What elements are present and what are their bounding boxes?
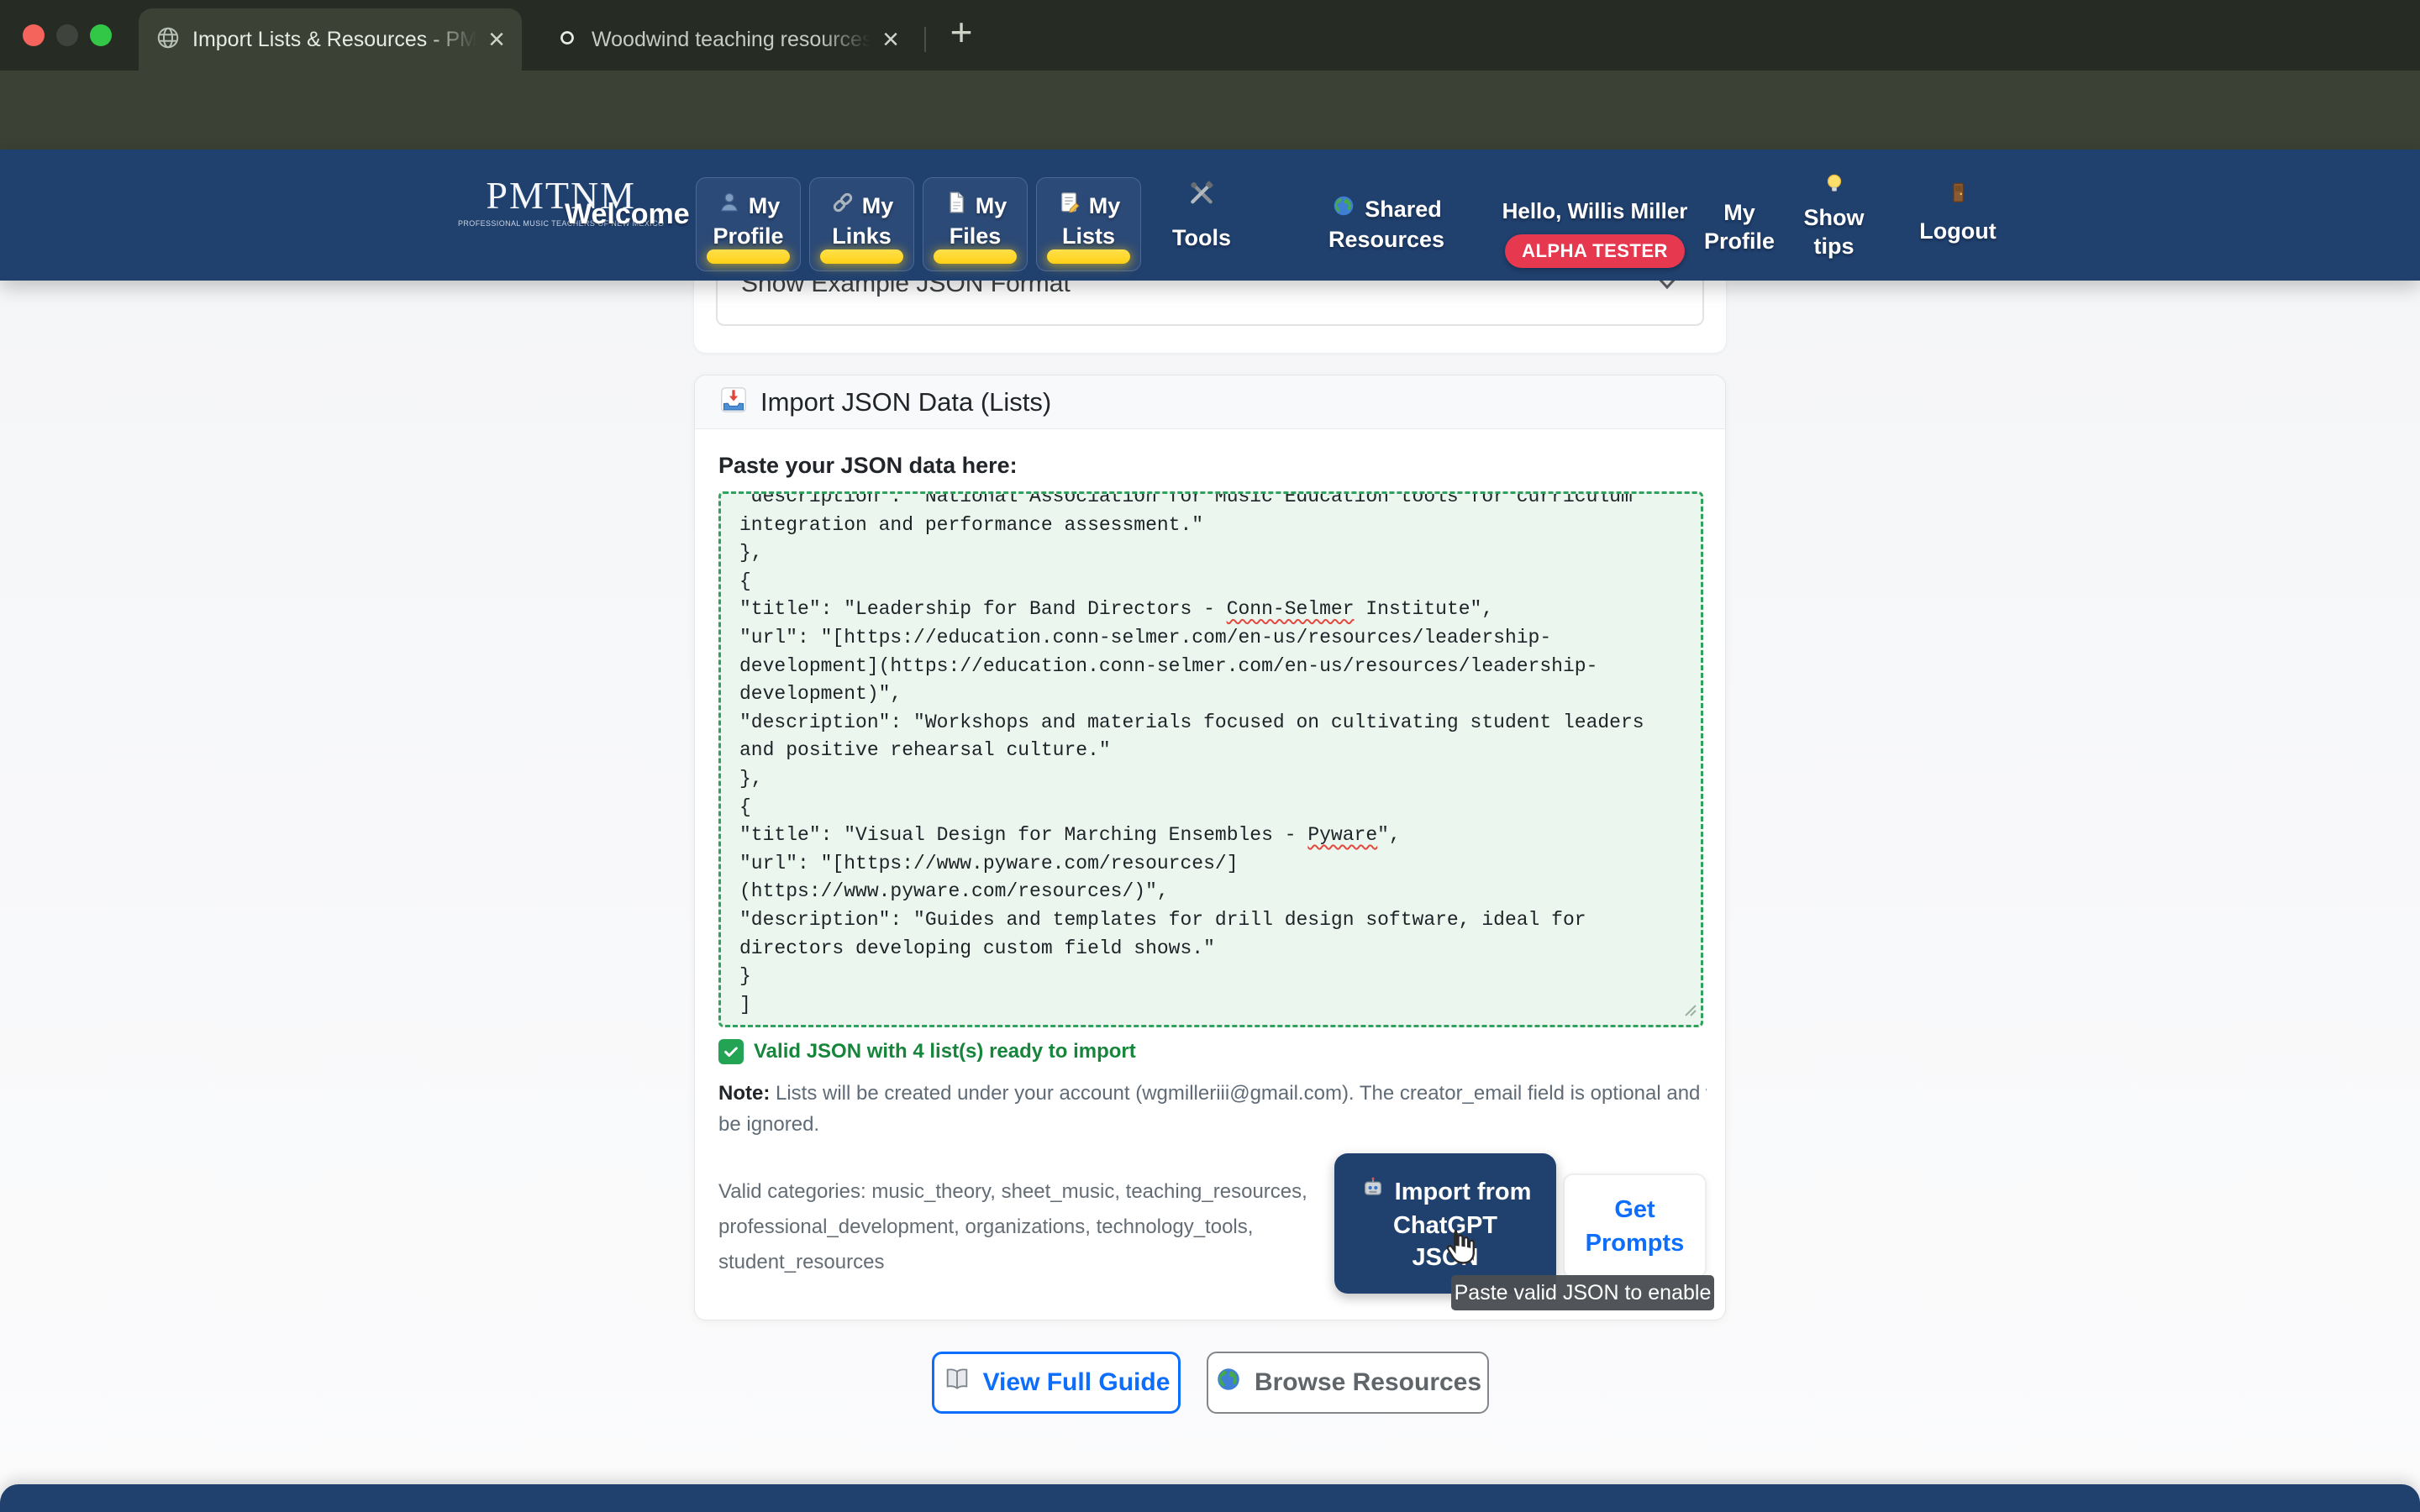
import-from-chatgpt-button[interactable]: Import from ChatGPT JSON bbox=[1334, 1153, 1556, 1294]
browse-resources-button[interactable]: Browse Resources bbox=[1207, 1352, 1489, 1414]
check-mark-icon bbox=[718, 1039, 744, 1064]
json-textarea[interactable]: "description": "National Association for… bbox=[718, 491, 1703, 1027]
nav-label: Profile bbox=[713, 222, 783, 250]
account-note: Note: Lists will be created under your a… bbox=[718, 1078, 1707, 1140]
nav-my-links[interactable]: My Links bbox=[809, 177, 914, 271]
import-button-line1: Import from bbox=[1395, 1176, 1532, 1208]
nav-label: Lists bbox=[1062, 222, 1115, 250]
globe-favicon-icon bbox=[155, 25, 181, 55]
person-icon bbox=[717, 190, 742, 222]
window-zoom-button[interactable] bbox=[90, 24, 112, 46]
nav-my-files[interactable]: My Files bbox=[923, 177, 1028, 271]
nav-label: Resources bbox=[1328, 225, 1444, 254]
book-icon bbox=[943, 1365, 971, 1400]
new-tab-button[interactable]: + bbox=[939, 12, 983, 55]
tab-close-icon[interactable]: × bbox=[488, 25, 505, 54]
tab-divider bbox=[924, 27, 926, 52]
import-card-header: Import JSON Data (Lists) bbox=[695, 375, 1725, 429]
site-navbar: PMTNM PROFESSIONAL MUSIC TEACHERS OF NEW… bbox=[0, 150, 2420, 281]
nav-my-lists[interactable]: My Lists bbox=[1036, 177, 1141, 271]
json-textarea-content: "description": "National Association for… bbox=[739, 491, 1682, 1019]
globe-icon bbox=[1214, 1365, 1243, 1400]
nav-label: My bbox=[749, 192, 781, 220]
user-greeting-block: Hello, Willis Miller ALPHA TESTER bbox=[1486, 198, 1704, 268]
import-card-title: Import JSON Data (Lists) bbox=[760, 387, 1051, 417]
note-text-line2: be ignored. bbox=[718, 1109, 1707, 1140]
categories-line: professional_development, organizations,… bbox=[718, 1210, 1307, 1245]
get-prompts-line2: Prompts bbox=[1586, 1226, 1685, 1260]
chatgpt-favicon-icon bbox=[555, 25, 580, 55]
tab-title: Woodwind teaching resources bbox=[592, 28, 871, 52]
active-underline bbox=[820, 249, 903, 264]
browser-window: Import Lists & Resources - PM × Woodwind… bbox=[0, 0, 2420, 1512]
nav-label: Links bbox=[832, 222, 892, 250]
get-prompts-line1: Get bbox=[1614, 1193, 1655, 1226]
categories-line: Valid categories: music_theory, sheet_mu… bbox=[718, 1174, 1307, 1210]
robot-icon bbox=[1360, 1174, 1386, 1210]
window-minimize-button[interactable] bbox=[56, 24, 78, 46]
nav-label: Shared bbox=[1365, 195, 1442, 223]
window-close-button[interactable] bbox=[23, 24, 45, 46]
nav-my-profile-link[interactable]: My Profile bbox=[1697, 198, 1781, 255]
browser-toolbar: pmtnm.org/import_resources.php New Chrom… bbox=[0, 71, 2420, 150]
valid-categories-text: Valid categories: music_theory, sheet_mu… bbox=[718, 1174, 1307, 1280]
tools-icon bbox=[1187, 180, 1216, 215]
globe-icon bbox=[1331, 193, 1356, 225]
nav-label: Logout bbox=[1919, 217, 1996, 245]
lightbulb-icon bbox=[1822, 171, 1847, 203]
nav-label: Tools bbox=[1172, 223, 1231, 252]
get-prompts-button[interactable]: Get Prompts bbox=[1563, 1173, 1707, 1278]
nav-tools[interactable]: Tools bbox=[1164, 180, 1239, 252]
inbox-tray-icon bbox=[718, 385, 749, 419]
view-full-guide-label: View Full Guide bbox=[983, 1368, 1171, 1397]
nav-label: My bbox=[1723, 198, 1755, 227]
tab-title: Import Lists & Resources - PM bbox=[192, 28, 476, 52]
tab-import-lists[interactable]: Import Lists & Resources - PM × bbox=[139, 8, 522, 71]
textarea-resize-handle[interactable] bbox=[1681, 1001, 1697, 1021]
note-text-line1: Lists will be created under your account… bbox=[770, 1082, 1707, 1105]
note-label: Note: bbox=[718, 1082, 770, 1105]
memo-icon bbox=[1057, 190, 1082, 222]
view-full-guide-button[interactable]: View Full Guide bbox=[932, 1352, 1181, 1414]
paste-json-label: Paste your JSON data here: bbox=[718, 453, 1018, 479]
nav-label: My bbox=[862, 192, 894, 220]
categories-line: student_resources bbox=[718, 1245, 1307, 1280]
welcome-text: Welcome bbox=[565, 198, 690, 231]
import-button-tooltip: Paste valid JSON to enable bbox=[1451, 1275, 1714, 1310]
nav-my-profile[interactable]: My Profile bbox=[696, 177, 801, 271]
validation-status: Valid JSON with 4 list(s) ready to impor… bbox=[718, 1039, 1136, 1064]
nav-label: tips bbox=[1813, 232, 1854, 260]
door-icon bbox=[1945, 180, 1970, 212]
browse-resources-label: Browse Resources bbox=[1255, 1368, 1481, 1397]
tab-strip: Import Lists & Resources - PM × Woodwind… bbox=[0, 0, 2420, 71]
site-footer bbox=[0, 1484, 2420, 1512]
tab-woodwind-resources[interactable]: Woodwind teaching resources × bbox=[538, 8, 916, 71]
file-icon bbox=[944, 190, 969, 222]
active-underline bbox=[707, 249, 790, 264]
nav-logout[interactable]: Logout bbox=[1916, 180, 2000, 245]
validation-message: Valid JSON with 4 list(s) ready to impor… bbox=[754, 1040, 1136, 1063]
import-json-card: Import JSON Data (Lists) Paste your JSON… bbox=[694, 375, 1726, 1320]
active-underline bbox=[1047, 249, 1130, 264]
active-underline bbox=[934, 249, 1017, 264]
nav-show-tips[interactable]: Show tips bbox=[1794, 171, 1874, 260]
hand-cursor-icon bbox=[1439, 1226, 1480, 1270]
tab-close-icon[interactable]: × bbox=[882, 25, 899, 54]
nav-label: Profile bbox=[1704, 227, 1775, 255]
alpha-tester-badge: ALPHA TESTER bbox=[1505, 234, 1685, 268]
nav-label: My bbox=[976, 192, 1007, 220]
user-greeting: Hello, Willis Miller bbox=[1486, 198, 1704, 224]
nav-label: Show bbox=[1804, 203, 1865, 232]
nav-shared-resources[interactable]: Shared Resources bbox=[1298, 193, 1475, 254]
nav-label: My bbox=[1089, 192, 1121, 220]
link-icon bbox=[830, 190, 855, 222]
nav-label: Files bbox=[950, 222, 1002, 250]
